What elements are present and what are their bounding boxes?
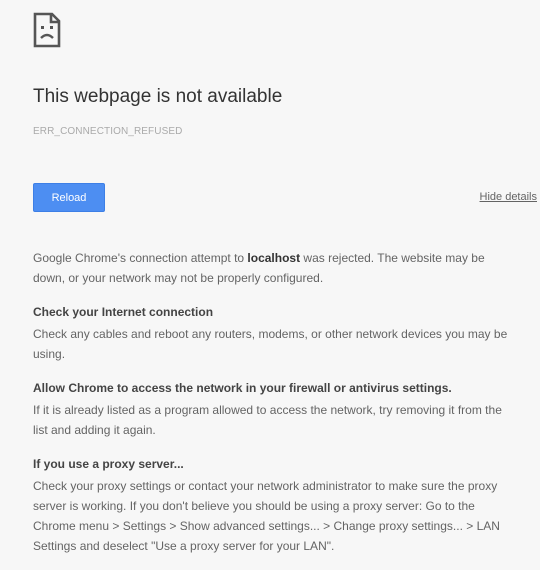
reload-button[interactable]: Reload	[33, 183, 105, 212]
host-name: localhost	[247, 251, 301, 265]
suggestion-body: If it is already listed as a program all…	[33, 403, 502, 437]
sad-page-icon	[33, 12, 61, 48]
suggestion-firewall: Allow Chrome to access the network in yo…	[33, 378, 518, 440]
hide-details-link[interactable]: Hide details	[480, 191, 537, 203]
suggestion-proxy: If you use a proxy server... Check your …	[33, 454, 518, 556]
intro-text-before: Google Chrome's connection attempt to	[33, 251, 248, 265]
page-title: This webpage is not available	[33, 86, 283, 107]
suggestion-body: Check your proxy settings or contact you…	[33, 479, 500, 553]
details-intro: Google Chrome's connection attempt to lo…	[33, 248, 518, 288]
suggestion-heading: Check your Internet connection	[33, 305, 214, 319]
details-panel: Google Chrome's connection attempt to lo…	[33, 248, 518, 570]
suggestion-body: Check any cables and reboot any routers,…	[33, 327, 508, 361]
suggestion-check-connection: Check your Internet connection Check any…	[33, 302, 518, 364]
error-code: ERR_CONNECTION_REFUSED	[33, 126, 183, 137]
suggestion-heading: Allow Chrome to access the network in yo…	[33, 381, 452, 395]
suggestion-heading: If you use a proxy server...	[33, 457, 184, 471]
